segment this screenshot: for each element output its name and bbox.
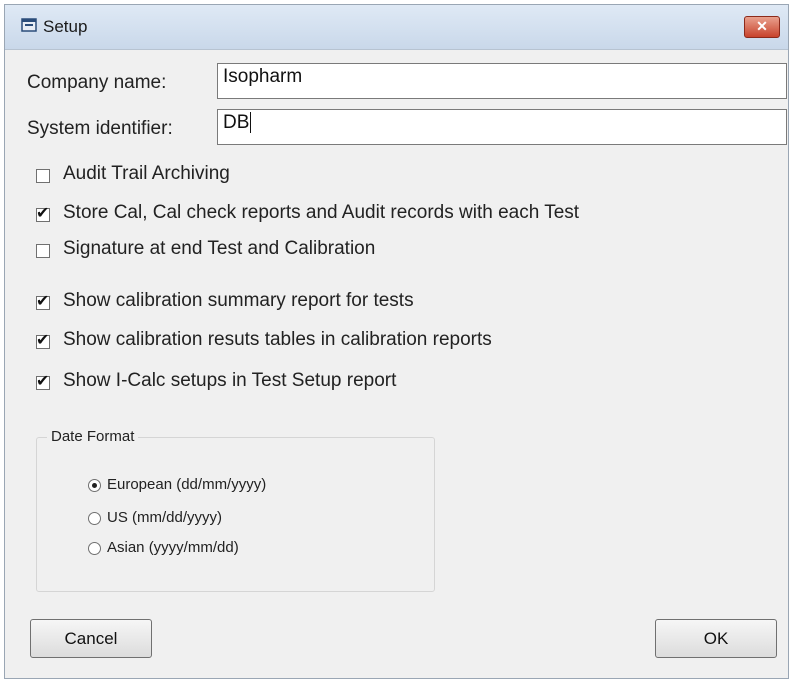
store-reports-label: Store Cal, Cal check reports and Audit r…: [63, 202, 580, 223]
asian-date-radio[interactable]: [88, 542, 101, 555]
icalc-setups-label: Show I-Calc setups in Test Setup report: [63, 370, 397, 391]
calibration-summary-checkbox[interactable]: ✔: [36, 293, 50, 310]
checkmark-icon: ✔: [36, 205, 50, 222]
close-button[interactable]: ✕: [744, 16, 780, 38]
asian-date-label: Asian (yyyy/mm/dd): [107, 539, 239, 556]
checkmark-icon: ✔: [36, 293, 50, 310]
signature-label: Signature at end Test and Calibration: [63, 238, 376, 259]
signature-checkbox[interactable]: [36, 244, 50, 258]
checkmark-icon: ✔: [36, 373, 50, 390]
european-date-radio[interactable]: [88, 479, 101, 492]
store-reports-checkbox[interactable]: ✔: [36, 205, 50, 222]
app-icon: [21, 18, 37, 32]
system-identifier-value: DB: [223, 112, 250, 133]
audit-trail-archiving-label: Audit Trail Archiving: [63, 163, 230, 184]
calibration-results-label: Show calibration resuts tables in calibr…: [63, 329, 492, 350]
audit-trail-archiving-checkbox[interactable]: [36, 169, 50, 183]
close-icon: ✕: [756, 18, 768, 34]
system-identifier-label: System identifier:: [27, 118, 173, 139]
us-date-label: US (mm/dd/yyyy): [107, 509, 223, 526]
european-date-label: European (dd/mm/yyyy): [107, 476, 267, 493]
us-date-radio[interactable]: [88, 512, 101, 525]
system-identifier-input[interactable]: DB: [217, 109, 787, 145]
company-name-input[interactable]: Isopharm: [217, 63, 787, 99]
calibration-results-checkbox[interactable]: ✔: [36, 332, 50, 349]
icalc-setups-checkbox[interactable]: ✔: [36, 373, 50, 390]
checkmark-icon: ✔: [36, 332, 50, 349]
cancel-button[interactable]: Cancel: [30, 619, 152, 658]
window-title: Setup: [43, 17, 88, 36]
calibration-summary-label: Show calibration summary report for test…: [63, 290, 414, 311]
date-format-legend: Date Format: [47, 428, 139, 445]
title-bar[interactable]: Setup ✕: [5, 5, 788, 50]
company-name-label: Company name:: [27, 72, 167, 93]
radio-selected-dot: [92, 483, 97, 488]
ok-button[interactable]: OK: [655, 619, 777, 658]
setup-dialog: Setup ✕ Company name: Isopharm System id…: [4, 4, 789, 679]
